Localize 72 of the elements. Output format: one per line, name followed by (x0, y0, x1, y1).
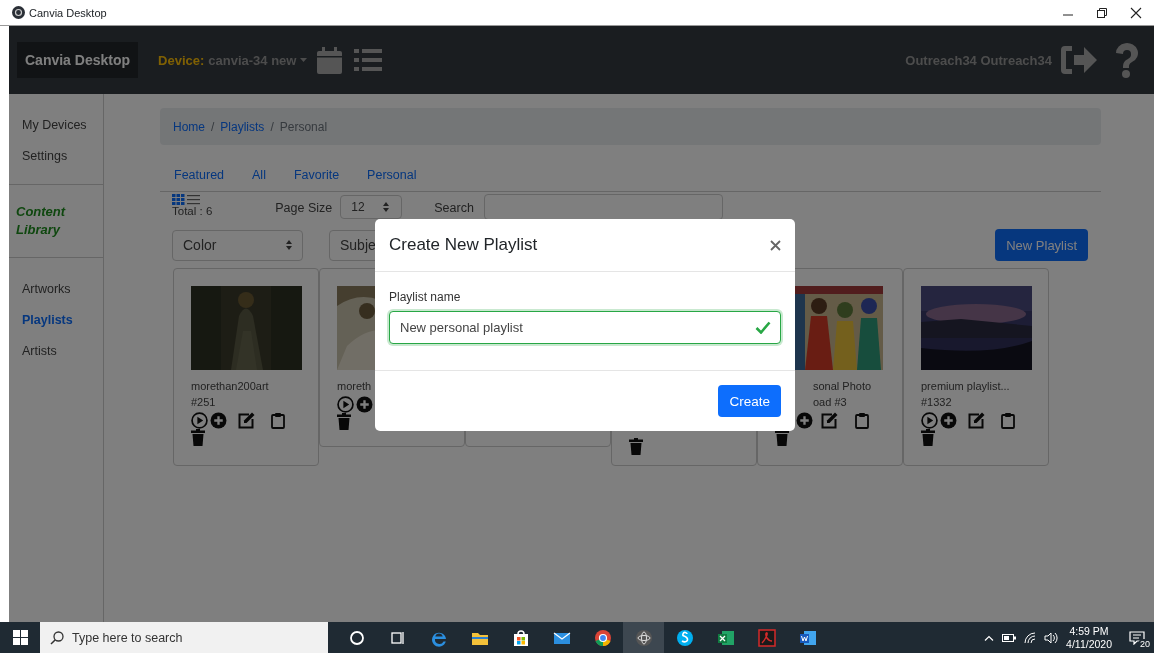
tab[interactable]: Featured (160, 168, 239, 191)
tab[interactable]: All (238, 168, 280, 191)
create-button[interactable]: Create (718, 385, 781, 417)
playlist-card[interactable]: premium playlist... #1332 (903, 268, 1049, 466)
tab[interactable]: Favorite (279, 168, 354, 191)
breadcrumb-link[interactable]: Home (173, 119, 205, 134)
tab[interactable]: Personal (353, 168, 431, 191)
clipboard-icon[interactable] (271, 412, 285, 429)
breadcrumb-separator: / (211, 119, 215, 134)
new-playlist-button[interactable]: New Playlist (995, 229, 1088, 261)
clipboard-icon[interactable] (1001, 412, 1015, 429)
total-count: Total : 6 (172, 205, 213, 217)
app-brand[interactable]: Canvia Desktop (17, 42, 139, 78)
windows-start-icon[interactable] (12, 630, 28, 645)
playlist-name-field[interactable]: New personal playlist (389, 311, 781, 344)
dialog-title: Create New Playlist (389, 235, 539, 255)
pdf-icon[interactable] (756, 627, 777, 648)
plus-icon[interactable] (210, 412, 227, 429)
playlist-number: #1332 (921, 396, 953, 408)
filter-select[interactable]: Color (172, 229, 303, 261)
playlist-number: #251 (191, 396, 217, 408)
close-icon[interactable] (1130, 6, 1142, 19)
search-icon[interactable] (50, 630, 64, 645)
play-icon[interactable] (921, 412, 938, 429)
breadcrumb-current: Personal (279, 119, 328, 134)
section-heading: Content Library (15, 203, 67, 239)
sidebar-item[interactable]: Settings (9, 149, 103, 180)
chat-icon[interactable] (674, 627, 695, 648)
play-icon[interactable] (191, 412, 208, 429)
chevron-up-icon[interactable] (984, 634, 995, 641)
playlist-title: sonal Photo (812, 380, 873, 392)
edit-icon[interactable] (237, 412, 255, 429)
sidebar-item[interactable]: Artworks (9, 282, 103, 313)
breadcrumb-separator: / (270, 119, 274, 134)
sidebar-item[interactable]: Playlists (9, 313, 103, 344)
app-logo-icon[interactable] (12, 6, 25, 19)
playlist-number: oad #3 (812, 396, 848, 408)
grid-view-icon[interactable] (172, 194, 185, 205)
plus-icon[interactable] (796, 412, 813, 429)
sidebar-item[interactable]: Artists (9, 344, 103, 375)
clipboard-icon[interactable] (855, 412, 869, 429)
taskbar-search-field[interactable]: Type here to search (40, 622, 328, 653)
edit-icon[interactable] (820, 412, 838, 429)
playlist-card[interactable]: morethan200art #251 (173, 268, 319, 466)
page-size-label: Page Size (275, 201, 333, 215)
battery-icon[interactable] (1002, 633, 1017, 642)
sort-caret-icon[interactable] (286, 240, 292, 250)
playlist-title: morethan200art (191, 380, 270, 392)
device-label: Device: (158, 52, 205, 68)
volume-icon[interactable] (1044, 631, 1059, 644)
check-icon[interactable] (755, 321, 771, 334)
plus-icon[interactable] (356, 396, 373, 413)
edit-icon[interactable] (967, 412, 985, 429)
breadcrumb-link[interactable]: Playlists (220, 119, 265, 134)
search-label: Search (434, 201, 474, 215)
window-title: Canvia Desktop (29, 6, 108, 19)
atom-icon[interactable] (633, 627, 654, 648)
playlist-title: premium playlist... (921, 380, 1011, 392)
clock[interactable]: 4:59 PM 4/11/2020 (1066, 624, 1112, 651)
playlist-title: moreth (337, 380, 373, 392)
trash-icon[interactable] (775, 429, 789, 446)
list-view-icon[interactable] (187, 194, 200, 205)
page-size-select[interactable]: 12 (340, 195, 403, 219)
chrome-icon[interactable] (592, 627, 613, 648)
field-label: Playlist name (389, 290, 462, 304)
wifi-icon[interactable] (1024, 631, 1037, 644)
restore-icon[interactable] (1096, 6, 1108, 19)
sidebar-item[interactable]: My Devices (9, 118, 103, 149)
sort-caret-icon[interactable] (382, 202, 389, 212)
play-icon[interactable] (337, 396, 354, 413)
notification-count: 20 (1138, 638, 1152, 649)
plus-icon[interactable] (940, 412, 957, 429)
